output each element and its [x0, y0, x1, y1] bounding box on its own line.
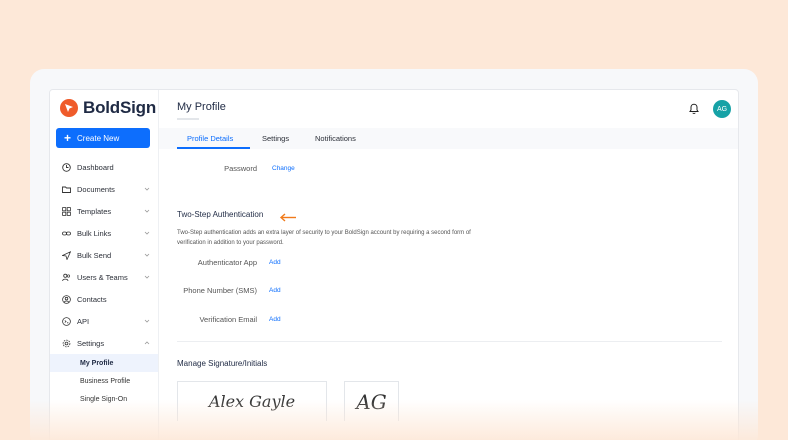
send-icon [62, 250, 71, 260]
sidebar-item-label: Settings [77, 338, 105, 348]
chevron-up-icon [144, 339, 150, 348]
manage-signature-title: Manage Signature/Initials [177, 359, 268, 368]
sidebar-subitem-my-profile[interactable]: My Profile [50, 354, 158, 372]
sidebar-item-contacts[interactable]: Contacts [50, 288, 158, 310]
gear-icon [62, 339, 71, 348]
chevron-down-icon [144, 207, 150, 216]
tab-bar: Profile Details Settings Notifications [159, 128, 738, 149]
verification-email-label: Verification Email [199, 315, 257, 324]
brand-name: BoldSign [83, 98, 156, 117]
phone-number-add-link[interactable]: Add [269, 287, 281, 294]
sidebar-item-api[interactable]: API [50, 310, 158, 332]
sidebar-item-label: API [77, 316, 90, 326]
folder-icon [62, 185, 71, 194]
sidebar-item-bulk-send[interactable]: Bulk Send [50, 244, 158, 266]
contacts-icon [62, 294, 71, 304]
link-icon [62, 229, 71, 238]
create-new-label: Create New [77, 133, 120, 143]
chevron-down-icon [144, 229, 150, 238]
page-title: My Profile [177, 101, 226, 113]
password-change-link[interactable]: Change [272, 165, 295, 172]
sidebar-item-templates[interactable]: Templates [50, 200, 158, 222]
sidebar-item-label: Templates [77, 206, 112, 216]
create-new-button[interactable]: + Create New [56, 128, 150, 148]
two-step-description: Two-Step authentication adds an extra la… [177, 230, 471, 246]
avatar[interactable]: AG [713, 100, 731, 118]
sidebar-item-label: Documents [77, 184, 115, 194]
api-icon [62, 316, 71, 326]
tab-notifications[interactable]: Notifications [315, 134, 356, 143]
tab-profile-details[interactable]: Profile Details [187, 134, 233, 143]
sidebar-item-bulk-links[interactable]: Bulk Links [50, 222, 158, 244]
sidebar-item-label: Users & Teams [77, 272, 128, 282]
sidebar-item-label: Bulk Links [77, 228, 112, 238]
sidebar-item-label: Bulk Send [77, 250, 112, 260]
two-step-title: Two-Step Authentication [177, 210, 264, 219]
sidebar-item-dashboard[interactable]: Dashboard [50, 156, 158, 178]
sidebar-item-label: Contacts [77, 294, 107, 304]
password-label: Password [224, 164, 257, 173]
brand-logo[interactable]: BoldSign [60, 98, 156, 118]
sidebar-nav: Dashboard Documents Templates Bulk Links… [50, 156, 158, 408]
sidebar-item-label: Dashboard [77, 162, 114, 172]
bottom-fade [0, 400, 788, 440]
sidebar-item-documents[interactable]: Documents [50, 178, 158, 200]
title-underline [177, 118, 199, 120]
sidebar: BoldSign + Create New Dashboard Document… [50, 90, 158, 440]
tab-settings[interactable]: Settings [262, 134, 289, 143]
verification-email-add-link[interactable]: Add [269, 316, 281, 323]
sidebar-item-users-teams[interactable]: Users & Teams [50, 266, 158, 288]
authenticator-app-add-link[interactable]: Add [269, 259, 281, 266]
plus-icon: + [64, 131, 72, 145]
bell-icon[interactable] [688, 102, 700, 120]
chevron-down-icon [144, 273, 150, 282]
main-content: My Profile AG Profile Details Settings N… [158, 90, 738, 440]
sidebar-item-settings[interactable]: Settings [50, 332, 158, 354]
chevron-down-icon [144, 251, 150, 260]
dashboard-icon [62, 162, 71, 172]
arrow-left-icon [279, 209, 297, 227]
users-icon [62, 273, 71, 282]
chevron-down-icon [144, 185, 150, 194]
templates-icon [62, 206, 71, 216]
sidebar-subitem-business-profile[interactable]: Business Profile [50, 372, 158, 390]
app-window: BoldSign + Create New Dashboard Document… [49, 89, 739, 440]
authenticator-app-label: Authenticator App [197, 258, 257, 267]
boldsign-logo-icon [60, 99, 78, 117]
chevron-down-icon [144, 317, 150, 326]
section-divider [177, 341, 722, 342]
phone-number-label: Phone Number (SMS) [183, 286, 257, 295]
active-tab-indicator [177, 147, 250, 149]
